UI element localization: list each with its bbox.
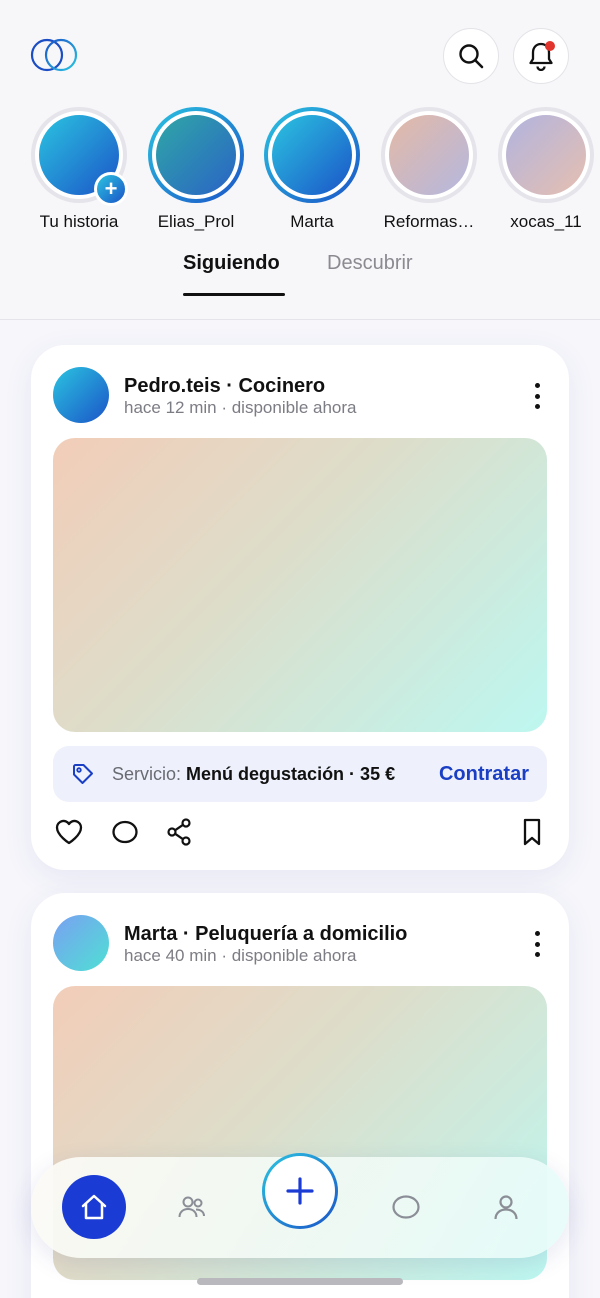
story-own[interactable]: + Tu historia — [31, 107, 128, 232]
post-image[interactable] — [53, 438, 547, 732]
bottom-navigation — [31, 1153, 569, 1258]
story-name: Elias_Prol — [157, 212, 235, 231]
avatar[interactable] — [53, 915, 109, 971]
profile-icon[interactable] — [490, 1191, 522, 1223]
search-button[interactable] — [443, 28, 499, 84]
post-meta: hace 40 min · disponible ahora — [124, 946, 357, 965]
story-name: Tu historia — [39, 212, 119, 231]
active-tab-indicator — [183, 293, 285, 296]
post-card: Pedro.teis · Cocinero hace 12 min · disp… — [31, 345, 569, 870]
story-xocas[interactable]: xocas_11 — [498, 107, 594, 232]
logo-rings-icon[interactable] — [30, 36, 80, 74]
story-name: xocas_11 — [510, 212, 582, 231]
notifications-button[interactable] — [513, 28, 569, 84]
more-options-icon[interactable] — [527, 931, 547, 957]
story-ring — [498, 107, 594, 203]
service-prefix: Servicio: — [112, 764, 182, 784]
add-story-button[interactable]: + — [94, 172, 128, 206]
story-avatar — [502, 111, 590, 199]
comment-icon[interactable] — [109, 816, 141, 848]
bookmark-icon[interactable] — [516, 816, 548, 848]
more-options-icon[interactable] — [527, 383, 547, 409]
tab-descubrir[interactable]: Descubrir — [327, 252, 413, 275]
hire-button[interactable]: Contratar — [439, 763, 529, 786]
home-icon — [81, 1194, 107, 1220]
story-avatar — [152, 111, 240, 199]
people-icon[interactable] — [176, 1191, 208, 1223]
post-author[interactable]: Pedro.teis · Cocinero — [124, 375, 325, 398]
post-meta: hace 12 min · disponible ahora — [124, 398, 357, 417]
story-reformas[interactable]: Reformas… — [381, 107, 477, 232]
story-ring — [381, 107, 477, 203]
notification-dot — [545, 41, 555, 51]
story-name: Marta — [290, 212, 334, 231]
add-icon — [286, 1177, 314, 1205]
share-icon[interactable] — [163, 816, 195, 848]
service-banner: Servicio: Menú degustación · 35 € Contra… — [53, 746, 547, 802]
story-name: Reformas… — [383, 212, 475, 231]
story-ring — [148, 107, 244, 203]
story-avatar — [268, 111, 356, 199]
nav-home[interactable] — [62, 1175, 126, 1239]
story-ring — [264, 107, 360, 203]
fab-inner — [265, 1156, 335, 1226]
app-header: + Tu historia Elias_Prol Marta Reformas…… — [0, 0, 600, 320]
service-name: Menú degustación · 35 € — [186, 764, 396, 784]
chat-icon[interactable] — [390, 1191, 422, 1223]
search-icon — [459, 44, 484, 69]
create-post-button[interactable] — [262, 1153, 338, 1229]
avatar[interactable] — [53, 367, 109, 423]
home-indicator — [197, 1278, 403, 1285]
story-marta[interactable]: Marta — [264, 107, 360, 232]
service-text: Servicio: Menú degustación · 35 € — [112, 764, 395, 785]
story-avatar — [385, 111, 473, 199]
tag-icon — [73, 764, 93, 784]
tab-siguiendo[interactable]: Siguiendo — [183, 252, 280, 275]
story-elias[interactable]: Elias_Prol — [148, 107, 244, 232]
post-author[interactable]: Marta · Peluquería a domicilio — [124, 923, 407, 946]
heart-icon[interactable] — [53, 816, 85, 848]
